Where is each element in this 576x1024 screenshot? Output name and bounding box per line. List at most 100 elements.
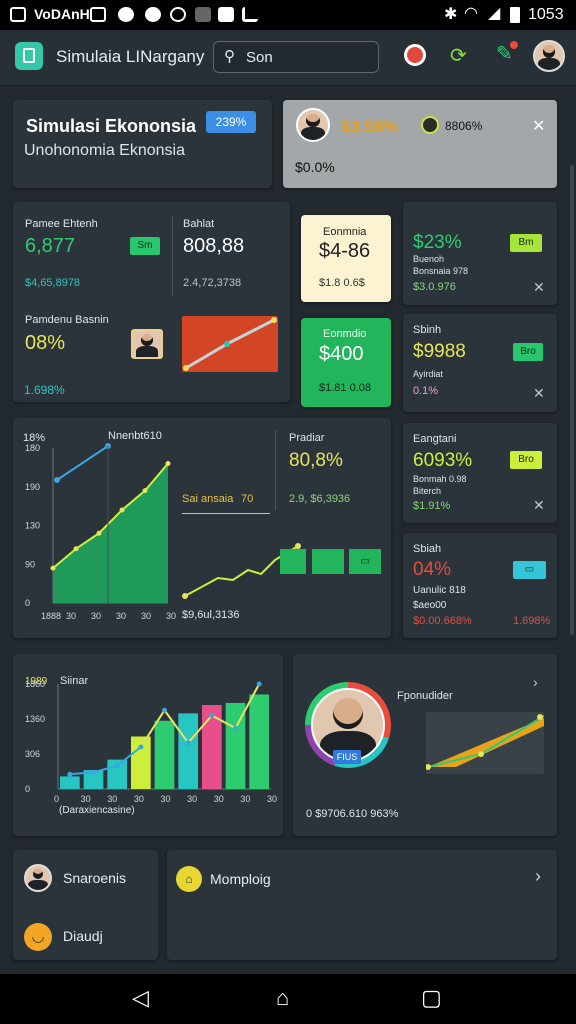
lock-icon: ⌂ (176, 866, 202, 892)
divider (172, 216, 173, 296)
mid-left-photo (131, 329, 163, 359)
menu-item-3: Momploig (210, 871, 271, 887)
smile-icon: ◡ (24, 923, 52, 951)
alert-close-icon[interactable]: ✕ (532, 116, 545, 136)
chevron-right-icon[interactable]: › (535, 866, 541, 887)
data-point (182, 593, 188, 599)
right-1-sub2: Bonsnaia 978 (413, 266, 469, 276)
right-3-button[interactable]: Bro (510, 451, 542, 469)
divider (275, 430, 276, 510)
metric-1-button[interactable]: Sm (130, 237, 160, 255)
right-2-button[interactable]: Bro (513, 343, 543, 361)
divider (182, 513, 270, 514)
battery-icon (510, 7, 520, 23)
user-avatar[interactable] (533, 40, 565, 72)
bar (249, 694, 269, 789)
data-point (256, 681, 262, 687)
x-tick-label: 30 (214, 794, 224, 804)
metrics-card: Pamee Ehtenh 6,877 Sm $4,65,8978 Bahlat … (13, 202, 290, 402)
mini-trend-svg (183, 317, 277, 371)
profile-card[interactable]: FIUS Fponudider › 0 $9706.610 963% (293, 654, 557, 836)
right-1-close-icon[interactable]: ✕ (533, 279, 545, 296)
right-1-foot: $3.0.976 (413, 281, 456, 293)
profile-foot: 0 $9706.610 963% (306, 808, 399, 820)
notification-icon[interactable] (404, 44, 426, 66)
right-card-3: Eangtani 6093% Bro Bonmah 0.98 Biterch $… (403, 423, 557, 523)
data-point (233, 725, 238, 731)
data-point (185, 740, 191, 746)
data-point (50, 565, 56, 571)
app-logo-icon[interactable] (15, 42, 43, 70)
mini-trend-chart (182, 316, 278, 372)
mid-left-label: Pamdenu Basnin (25, 314, 109, 326)
bar (154, 720, 175, 789)
bottom-menu-right[interactable]: ⌂ Momploig › (167, 850, 557, 960)
bottom-chart-card: 1989 Siinar 1860 1360 306 0 0 30 30 30 30 30 30 30 3… (13, 654, 283, 836)
data-point (165, 461, 171, 466)
right-3-label: Eangtani (413, 433, 457, 445)
menu-item-1[interactable]: Snaroenis (63, 870, 126, 886)
y-tick-label: 306 (25, 749, 40, 759)
metric-2-value: 808,88 (183, 235, 245, 257)
x-tick-label: 30 (91, 611, 101, 621)
status-bar: VoDAnH ✱ ◠ ◢ 1053 (0, 0, 576, 30)
y-tick-label: 190 (25, 482, 40, 492)
right-3-value: 6093% (413, 450, 473, 471)
right-3-close-icon[interactable]: ✕ (533, 497, 545, 514)
header-badge[interactable]: 239% (206, 111, 256, 133)
right-3-foot: $1.91% (413, 500, 451, 512)
header-card: Simulasi Ekononsia Unohonomia Eknonsia 2… (13, 100, 272, 188)
alert-dot-icon (510, 41, 518, 49)
mini-chart-stat: 2.9, $6,3936 (289, 493, 351, 505)
data-point (91, 769, 96, 775)
menu-item-2[interactable]: Diaudj (63, 928, 103, 944)
alert-card[interactable]: $3.56% 8806% ✕ $0.0% (283, 100, 557, 188)
right-card-1: $23% Bm Buenoh Bonsnaia 978 $3.0.976 ✕ (403, 202, 557, 305)
cream-card[interactable]: Eonmnia $4-86 $1.8 0.6$ (301, 215, 391, 302)
shield-icon (118, 7, 134, 22)
mini-tile[interactable] (280, 549, 306, 574)
right-2-close-icon[interactable]: ✕ (533, 385, 545, 402)
bar (60, 776, 80, 789)
grid-icon (218, 7, 234, 22)
app-title: Simulaia LINargany (56, 47, 205, 66)
x-tick-label: 30 (66, 611, 76, 621)
header-title: Simulasi Ekononsia (26, 116, 197, 136)
wifi-icon: ◠ (464, 5, 478, 22)
x-tick-label: 30 (166, 611, 176, 621)
mini-tile[interactable]: ▭ (349, 549, 381, 574)
image-icon (10, 7, 26, 22)
back-icon[interactable]: ◁ (132, 985, 149, 1011)
alert-value: $3.56% (341, 117, 399, 136)
bar (178, 713, 198, 789)
y-tick-label: 130 (25, 521, 40, 531)
right-1-button[interactable]: Bm (510, 234, 542, 252)
green-card[interactable]: Eonmdio $400 $1.81 0.08 (301, 318, 391, 407)
alert-coin-label: 8806% (445, 119, 483, 133)
green-value: $400 (319, 343, 364, 365)
search-input[interactable]: ⚲ Son (213, 41, 379, 73)
green-foot: $1.81 0.08 (319, 382, 371, 394)
scrollbar[interactable] (570, 165, 574, 635)
recents-icon[interactable]: ▢ (421, 985, 442, 1011)
right-1-sub: Buenoh (413, 254, 445, 264)
home-icon[interactable]: ⌂ (276, 985, 289, 1011)
mini-tile[interactable] (312, 549, 344, 574)
right-2-sub: Ayirdiat (413, 369, 443, 379)
secondary-line (56, 445, 109, 481)
x-tick-label: 30 (141, 611, 151, 621)
right-4-button[interactable]: ▭ (513, 561, 546, 579)
mail-icon (90, 7, 106, 22)
chevron-right-icon[interactable]: › (533, 674, 538, 690)
right-card-2: Sbinh $9988 Bro Ayirdiat 0.1% ✕ (403, 314, 557, 412)
x-tick-label: 30 (240, 794, 250, 804)
mini-chart-label: Pradiar (289, 432, 325, 444)
data-point (73, 546, 79, 552)
profile-badge: FIUS (333, 750, 361, 764)
bluetooth-icon: ✱ (444, 6, 458, 23)
data-point (119, 507, 125, 513)
sync-icon[interactable]: ⟳ (450, 43, 467, 68)
metric-1-label: Pamee Ehtenh (25, 218, 98, 230)
coin-icon (421, 116, 439, 134)
search-value: Son (246, 49, 273, 66)
